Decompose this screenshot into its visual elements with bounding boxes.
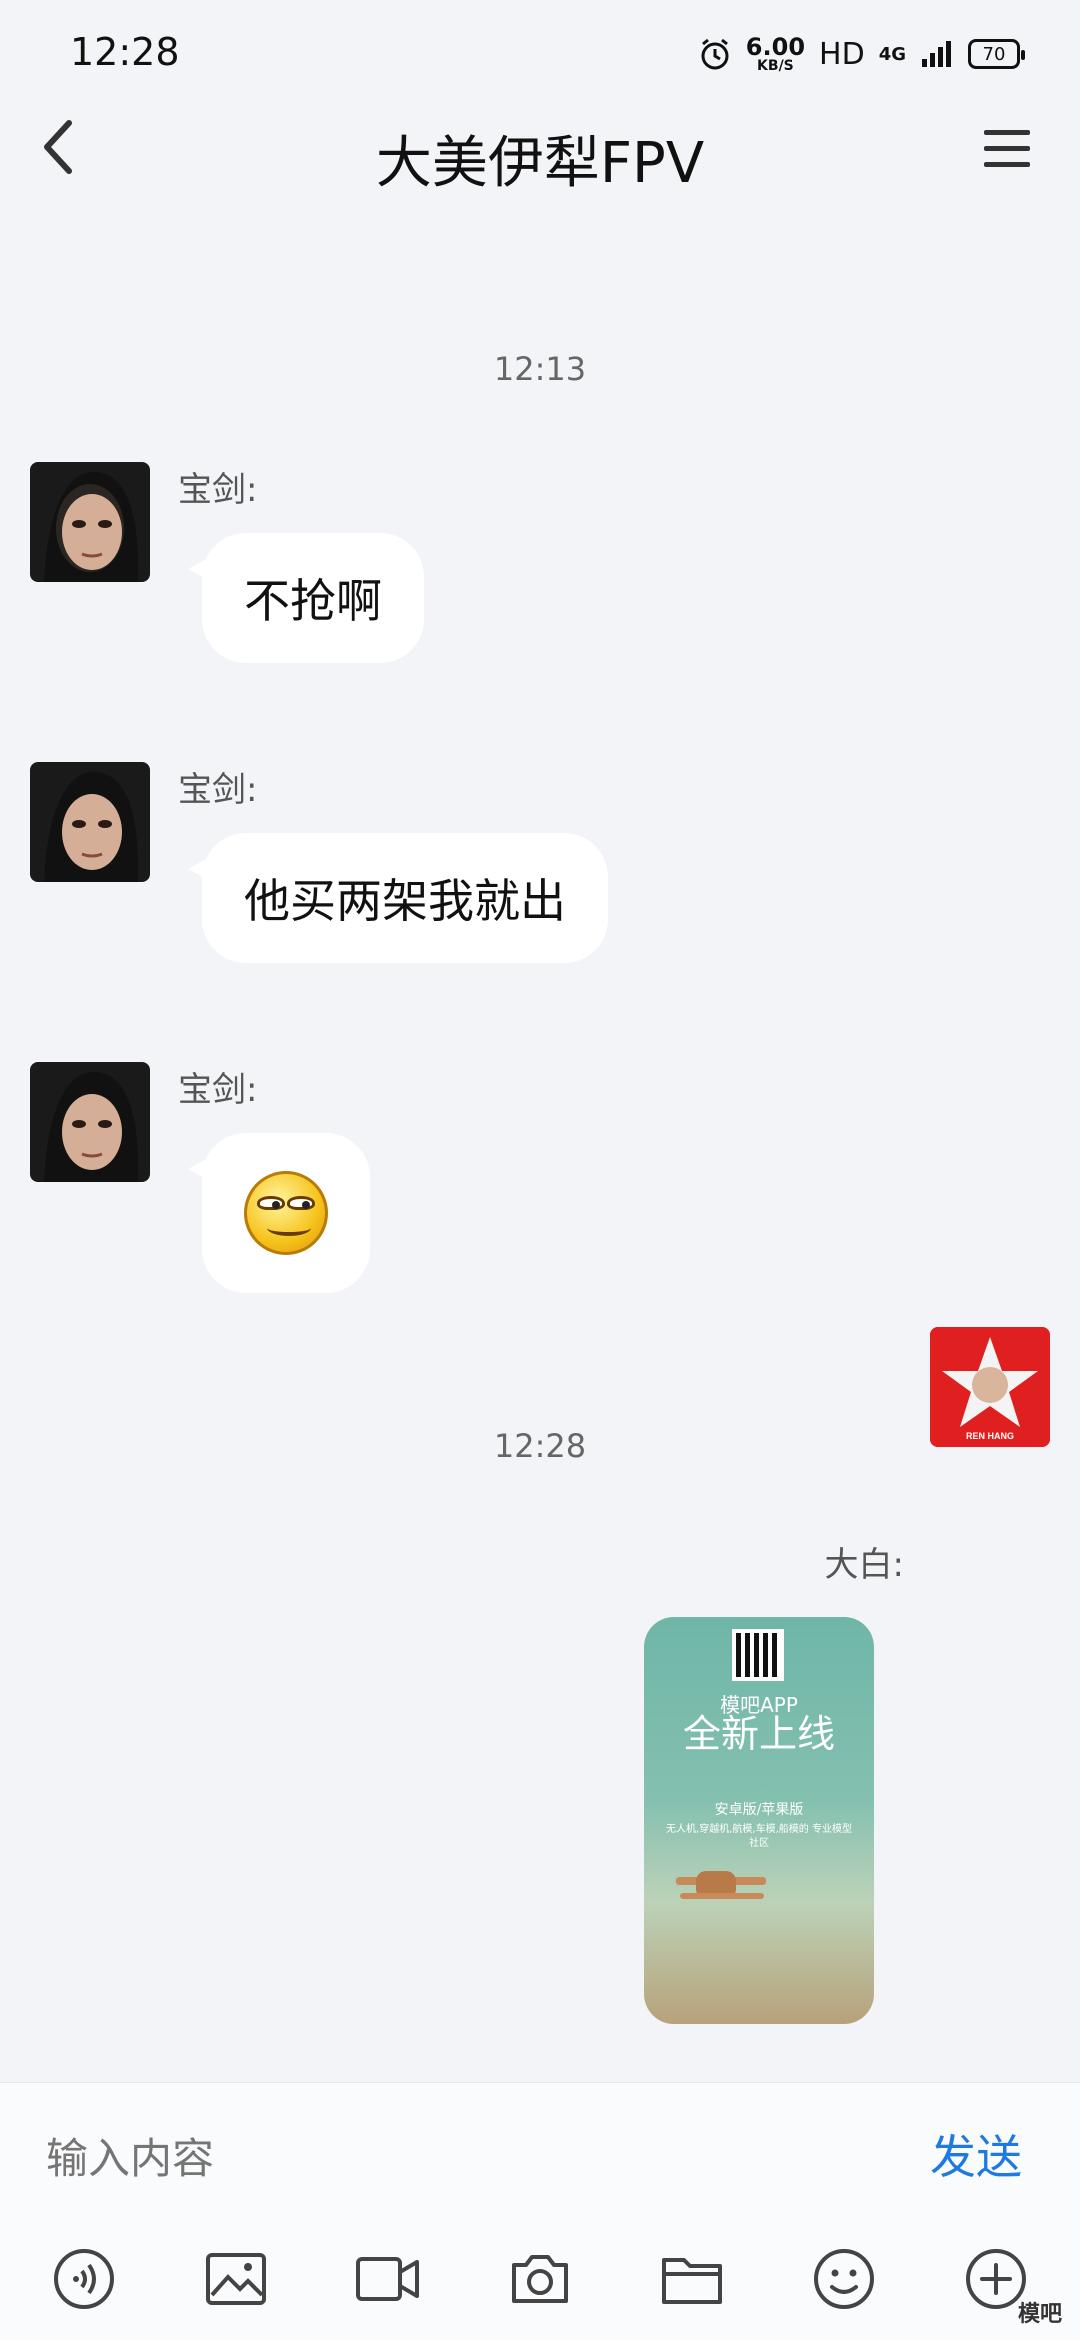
hd-indicator: HD [819, 36, 865, 72]
video-icon [356, 2257, 419, 2301]
message-bubble[interactable]: 不抢啊 [188, 533, 424, 663]
camera-icon [512, 2255, 568, 2303]
avatar-caption: REN HANG [966, 1431, 1014, 1441]
qr-code-icon [732, 1629, 784, 1681]
image-button[interactable] [200, 2243, 272, 2315]
sender-avatar[interactable] [30, 762, 150, 882]
message-text: 不抢啊 [244, 574, 382, 628]
toy-plane-image [676, 1871, 766, 1899]
emoji-icon [814, 2249, 874, 2309]
voice-button[interactable] [48, 2243, 120, 2315]
chat-title: 大美伊犁FPV [375, 131, 705, 196]
folder-button[interactable] [656, 2243, 728, 2315]
message-timestamp: 12:28 [493, 1427, 587, 1465]
message-bubble[interactable]: 他买两架我就出 [188, 833, 608, 963]
network-type: 4G [878, 43, 906, 65]
sender-avatar[interactable] [30, 462, 150, 582]
battery-indicator: 70 [968, 39, 1025, 69]
message-list[interactable]: 12:13 宝剑: 不抢啊 宝剑: 他买两架我就出 宝剑: 12:28 大白: … [0, 210, 1080, 2080]
image-message[interactable]: 模吧APP 全新上线 安卓版/苹果版 无人机,穿越机,航模,车模,船模的 专业模… [644, 1617, 874, 2024]
sender-avatar[interactable] [30, 1062, 150, 1182]
sender-name: 大白: [824, 1545, 904, 1585]
avatar-portrait-image [30, 1062, 150, 1182]
voice-icon [54, 2249, 114, 2309]
message-text: 他买两架我就出 [244, 874, 566, 928]
poster-description: 无人机,穿越机,航模,车模,船模的 专业模型社区 [666, 1824, 852, 1849]
status-bar: 12:28 6.00 KB/S HD 4G 70 [0, 0, 1080, 90]
menu-button[interactable] [974, 116, 1040, 182]
signal-icon [922, 41, 951, 67]
chat-screen: 12:28 6.00 KB/S HD 4G 70 大美伊犁FPV 12:13 宝… [0, 0, 1080, 2340]
status-icons: 6.00 KB/S HD 4G 70 [698, 30, 1025, 78]
avatar-portrait-image [30, 762, 150, 882]
input-bar: 发送 [0, 2082, 1080, 2340]
sender-name: 宝剑: [178, 1070, 258, 1110]
message-timestamp: 12:13 [493, 350, 587, 388]
network-speed: 6.00 KB/S [745, 33, 806, 74]
hamburger-menu-icon [984, 130, 1030, 167]
input-toolbar [0, 2243, 1080, 2323]
smirk-emoji-icon [244, 1171, 328, 1255]
avatar-portrait-image [30, 462, 150, 582]
message-bubble[interactable] [188, 1133, 370, 1293]
send-button[interactable]: 发送 [930, 2121, 1022, 2187]
emoji-button[interactable] [808, 2243, 880, 2315]
poster-headline: 全新上线 [682, 1712, 835, 1756]
folder-icon [662, 2258, 722, 2304]
message-input[interactable] [46, 2123, 846, 2193]
star-avatar-image: REN HANG [930, 1327, 1050, 1447]
my-avatar[interactable]: REN HANG [930, 1327, 1050, 1447]
status-time: 12:28 [70, 30, 180, 74]
poster-platforms: 安卓版/苹果版 [714, 1802, 804, 1818]
watermark-logo: 模吧 [1017, 2302, 1062, 2327]
camera-button[interactable] [504, 2243, 576, 2315]
image-icon [206, 2253, 266, 2305]
sender-name: 宝剑: [178, 770, 258, 810]
video-button[interactable] [352, 2243, 424, 2315]
sender-name: 宝剑: [178, 470, 258, 510]
alarm-icon [701, 38, 729, 70]
chat-header: 大美伊犁FPV [0, 90, 1080, 210]
